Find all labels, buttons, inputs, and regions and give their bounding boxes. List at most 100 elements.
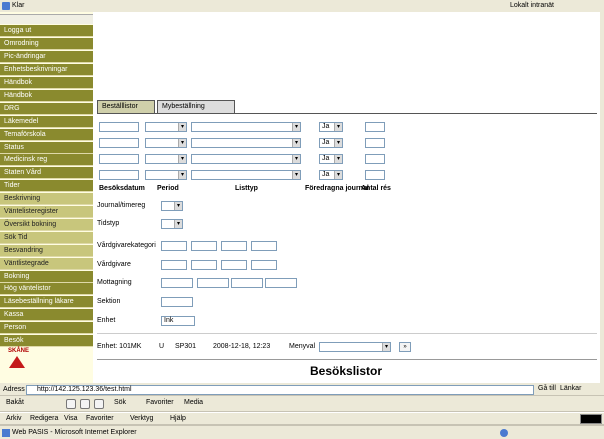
- visit-date-field[interactable]: [99, 122, 139, 132]
- sidebar-item[interactable]: Läkemedel: [0, 115, 93, 128]
- chevron-down-icon: ▾: [334, 171, 342, 179]
- status-left: Web PASIS - Microsoft Internet Explorer: [12, 429, 137, 436]
- col-header-count: Antal rés: [361, 185, 391, 192]
- journal-select[interactable]: ▾: [161, 201, 183, 211]
- favorites-button[interactable]: Favoriter: [146, 399, 174, 406]
- chevron-down-icon: ▾: [292, 139, 300, 147]
- sidebar-item[interactable]: Logga ut: [0, 25, 93, 38]
- sidebar-item[interactable]: Person: [0, 322, 93, 335]
- col-header-listtype: Listtyp: [235, 185, 258, 192]
- back-button[interactable]: Bakåt: [6, 399, 24, 406]
- search-button[interactable]: Sök: [114, 399, 126, 406]
- count-field[interactable]: [365, 154, 385, 164]
- sidebar-item[interactable]: Tider: [0, 180, 93, 193]
- menu-item-favorites[interactable]: Favoriter: [86, 415, 114, 422]
- vardgivarekategori-field-1[interactable]: [161, 241, 187, 251]
- sidebar-item[interactable]: Besök: [0, 335, 93, 347]
- sidebar-item[interactable]: Pic-ändringar: [0, 51, 93, 64]
- sidebar-item[interactable]: Enhetsbeskrivningar: [0, 64, 93, 77]
- media-button[interactable]: Media: [184, 399, 203, 406]
- listtype-select[interactable]: ▾: [191, 122, 301, 132]
- period-select[interactable]: ▾: [145, 170, 187, 180]
- mottagning-field-1[interactable]: [161, 278, 193, 288]
- sidebar-item[interactable]: Temaförskola: [0, 128, 93, 141]
- address-input[interactable]: http://142.125.123.36/test.html: [26, 385, 534, 395]
- sidebar-scrollbar[interactable]: [0, 14, 93, 24]
- menu-item-file[interactable]: Arkiv: [6, 415, 22, 422]
- sidebar-item[interactable]: Sök Tid: [0, 231, 93, 244]
- sidebar-item[interactable]: Omrodning: [0, 38, 93, 51]
- summary-flag: U: [159, 343, 165, 350]
- sektion-label: Sektion: [97, 298, 121, 305]
- skane-logo: SKÅNE: [6, 348, 29, 376]
- sidebar-item[interactable]: Medicinsk reg: [0, 154, 93, 167]
- menu-item-edit[interactable]: Redigera: [30, 415, 58, 422]
- tab-mybestallning[interactable]: Mybeställning: [157, 100, 235, 114]
- sidebar-item[interactable]: Hög väntelistor: [0, 283, 93, 296]
- vardgivarekategori-field-3[interactable]: [221, 241, 247, 251]
- listtype-select[interactable]: ▾: [191, 170, 301, 180]
- vardgivarekategori-field-4[interactable]: [251, 241, 277, 251]
- chevron-down-icon: ▾: [292, 155, 300, 163]
- sidebar-item[interactable]: Översikt bokning: [0, 218, 93, 231]
- period-select[interactable]: ▾: [145, 154, 187, 164]
- visit-date-field[interactable]: [99, 170, 139, 180]
- col-header-period: Period: [157, 185, 179, 192]
- mottagning-field-3[interactable]: [231, 278, 263, 288]
- browser-content: Besök Person Kassa Läsebeställning läkare Hö…: [0, 12, 604, 384]
- mottagning-field-2[interactable]: [197, 278, 229, 288]
- tab-underline: [97, 113, 597, 114]
- journal-preference-select[interactable]: Ja ▾: [319, 122, 343, 132]
- count-field[interactable]: [365, 170, 385, 180]
- sidebar-item[interactable]: Läsebeställning läkare: [0, 296, 93, 309]
- period-select[interactable]: ▾: [145, 138, 187, 148]
- sidebar-item[interactable]: Bokning: [0, 270, 93, 283]
- vardgivare-field-3[interactable]: [221, 260, 247, 270]
- windows-flag-icon: [580, 414, 602, 424]
- tidstyp-select[interactable]: ▾: [161, 219, 183, 229]
- chevron-down-icon: ▾: [178, 171, 186, 179]
- sidebar-item[interactable]: Beskrivning: [0, 193, 93, 206]
- journal-preference-select[interactable]: Ja ▾: [319, 138, 343, 148]
- vardgivare-field-4[interactable]: [251, 260, 277, 270]
- menu-item-view[interactable]: Visa: [64, 415, 78, 422]
- sidebar-item[interactable]: Status: [0, 141, 93, 154]
- visit-date-field[interactable]: [99, 154, 139, 164]
- sidebar-item[interactable]: Händbok: [0, 89, 93, 102]
- sidebar-item[interactable]: DRG: [0, 102, 93, 115]
- stop-icon[interactable]: [66, 399, 76, 409]
- go-button[interactable]: Gå till: [538, 385, 556, 392]
- menu-item-help[interactable]: Hjälp: [170, 415, 186, 422]
- chevron-down-icon: ▾: [178, 155, 186, 163]
- home-icon[interactable]: [94, 399, 104, 409]
- chevron-down-icon: ▾: [174, 220, 182, 228]
- journal-preference-select[interactable]: Ja ▾: [319, 170, 343, 180]
- tab-bestallistor[interactable]: Beställlistor: [97, 100, 155, 114]
- mottagning-field-4[interactable]: [265, 278, 297, 288]
- sidebar-item[interactable]: Besvandring: [0, 244, 93, 257]
- vardgivare-field-1[interactable]: [161, 260, 187, 270]
- col-header-date: Besöksdatum: [99, 185, 145, 192]
- menu-item-tools[interactable]: Verktyg: [130, 415, 153, 422]
- sidebar-item[interactable]: Händbok: [0, 77, 93, 89]
- sidebar-item[interactable]: Staten Vård: [0, 167, 93, 180]
- sidebar-item[interactable]: Väntelisteregister: [0, 206, 93, 218]
- count-field[interactable]: [365, 122, 385, 132]
- sidebar-item[interactable]: Kassa: [0, 309, 93, 322]
- vardgivarekategori-field-2[interactable]: [191, 241, 217, 251]
- vardgivare-field-2[interactable]: [191, 260, 217, 270]
- menu-choice-go-button[interactable]: »: [399, 342, 411, 352]
- links-button[interactable]: Länkar: [560, 385, 581, 392]
- window-edge: [600, 12, 604, 384]
- listtype-select[interactable]: ▾: [191, 154, 301, 164]
- sidebar-item[interactable]: Väntlistegrade: [0, 257, 93, 270]
- refresh-icon[interactable]: [80, 399, 90, 409]
- visit-date-field[interactable]: [99, 138, 139, 148]
- period-select[interactable]: ▾: [145, 122, 187, 132]
- count-field[interactable]: [365, 138, 385, 148]
- menu-choice-select[interactable]: ▾: [319, 342, 391, 352]
- sektion-field[interactable]: [161, 297, 193, 307]
- enhet-field[interactable]: Ink: [161, 316, 195, 326]
- journal-preference-select[interactable]: Ja ▾: [319, 154, 343, 164]
- listtype-select[interactable]: ▾: [191, 138, 301, 148]
